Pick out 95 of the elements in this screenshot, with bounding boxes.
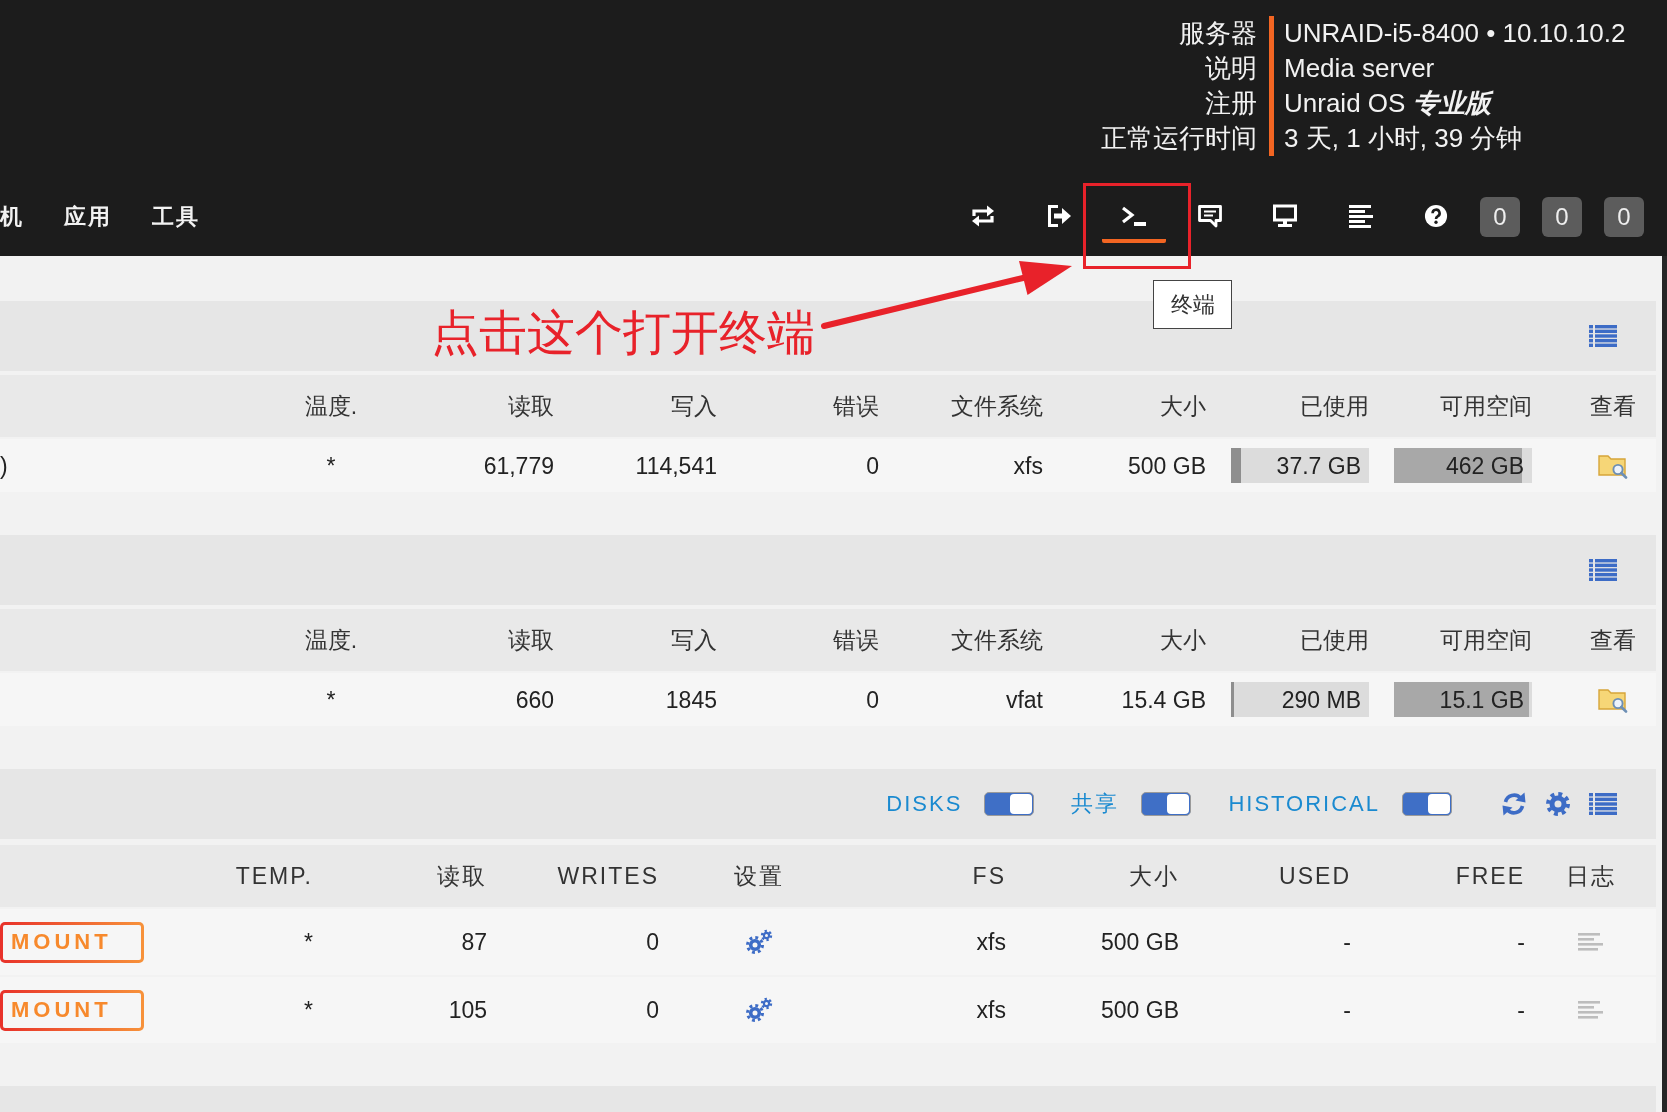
usage-text: 15.1 GB (1439, 685, 1525, 714)
table-cell: - (1343, 928, 1351, 956)
column-header: 读取 (437, 862, 487, 890)
info-label: 服务器 (1179, 17, 1257, 50)
usage-text: 37.7 GB (1276, 451, 1362, 480)
toggle-label: 共享 (1071, 790, 1120, 818)
column-header: 错误 (833, 392, 879, 420)
column-header: 大小 (1129, 862, 1179, 890)
column-header: 大小 (1160, 626, 1206, 654)
column-header: 温度. (304, 392, 358, 420)
list-icon[interactable] (1589, 325, 1617, 347)
table-cell: ) (0, 451, 8, 480)
nav-menu-item[interactable]: 应用 (64, 197, 112, 237)
table-cell: xfs (976, 928, 1006, 956)
table-cell: vfat (1005, 685, 1043, 714)
column-header: 温度. (304, 626, 358, 654)
column-header: 文件系统 (951, 392, 1043, 420)
table-cell: * (326, 451, 336, 480)
table-cell: 15.4 GB (1121, 685, 1206, 714)
table-cell: 500 GB (1128, 451, 1206, 480)
table-cell: 105 (448, 996, 487, 1024)
info-value: 3 天, 1 小时, 39 分钟 (1284, 122, 1523, 155)
toggle-label: HISTORICAL (1228, 790, 1380, 818)
list-icon[interactable] (1589, 793, 1617, 815)
nav-menu-item[interactable]: 工具 (152, 197, 200, 237)
logout-icon (1045, 204, 1072, 228)
column-header: 日志 (1565, 862, 1616, 890)
settings-icon[interactable] (1545, 791, 1571, 817)
table-cell: * (326, 685, 336, 714)
folder-search-icon[interactable] (1598, 686, 1628, 713)
annotation-text: 点击这个打开终端 (431, 305, 815, 361)
info-value: Media server (1284, 52, 1435, 85)
usage-text: 290 MB (1281, 685, 1362, 714)
column-header: 错误 (833, 626, 879, 654)
column-header: TEMP. (235, 862, 313, 890)
table-cell: 0 (866, 685, 879, 714)
counter-badge[interactable]: 0 (1480, 197, 1520, 237)
column-header: 文件系统 (951, 626, 1043, 654)
column-header: 读取 (508, 626, 554, 654)
counter-badge[interactable]: 0 (1604, 197, 1644, 237)
usage-text: 462 GB (1446, 451, 1525, 480)
counter-badge[interactable]: 0 (1542, 197, 1582, 237)
table-cell: 0 (646, 928, 659, 956)
table-cell: 500 GB (1101, 928, 1179, 956)
column-header: 大小 (1160, 392, 1206, 420)
info-label: 正常运行时间 (1101, 122, 1257, 155)
switch-arrows-icon (970, 204, 996, 228)
folder-search-icon[interactable] (1598, 452, 1628, 479)
column-header: WRITES (557, 862, 659, 890)
nav-menu-item[interactable]: 机 (0, 197, 24, 237)
column-header: 已使用 (1300, 626, 1369, 654)
info-label: 注册 (1205, 87, 1257, 120)
column-header: 可用空间 (1440, 392, 1532, 420)
table-cell: 61,779 (483, 451, 554, 480)
toggle-switch[interactable] (1141, 792, 1192, 816)
toggle-label: DISKS (886, 790, 963, 818)
table-cell: 500 GB (1101, 996, 1179, 1024)
column-header: FS (972, 862, 1006, 890)
monitor-icon (1272, 204, 1298, 228)
column-header: 查看 (1590, 392, 1636, 420)
column-header: 读取 (508, 392, 554, 420)
column-header: 写入 (671, 626, 717, 654)
table-cell: 660 (515, 685, 554, 714)
text-lines-icon (1347, 204, 1374, 228)
terminal-icon (1121, 204, 1147, 228)
tooltip: 终端 (1153, 280, 1232, 329)
table-cell: - (1517, 996, 1525, 1024)
table-cell: * (304, 928, 313, 956)
column-header: 查看 (1590, 626, 1636, 654)
table-cell: 114,541 (635, 451, 717, 480)
comment-icon (1196, 204, 1223, 228)
list-icon[interactable] (1589, 559, 1617, 581)
table-cell: xfs (1013, 451, 1043, 480)
table-cell: 87 (461, 928, 487, 956)
table-cell: 1845 (665, 685, 717, 714)
table-cell: 0 (866, 451, 879, 480)
column-header: 已使用 (1300, 392, 1369, 420)
gears-icon[interactable] (744, 997, 773, 1023)
gears-icon[interactable] (744, 929, 773, 955)
table-cell: - (1343, 996, 1351, 1024)
column-header: 设置 (733, 862, 784, 890)
column-header: USED (1279, 862, 1351, 890)
info-label: 说明 (1205, 52, 1257, 85)
refresh-icon[interactable] (1501, 791, 1527, 817)
table-cell: 0 (646, 996, 659, 1024)
column-header: FREE (1455, 862, 1525, 890)
column-header: 写入 (671, 392, 717, 420)
table-cell: xfs (976, 996, 1006, 1024)
toggle-switch[interactable] (1402, 792, 1452, 816)
table-cell: * (304, 996, 313, 1024)
column-header: 可用空间 (1440, 626, 1532, 654)
info-value: UNRAID-i5-8400 • 10.10.10.2 (1284, 17, 1626, 50)
help-icon (1423, 204, 1449, 228)
table-cell: - (1517, 928, 1525, 956)
toggle-switch[interactable] (984, 792, 1035, 816)
